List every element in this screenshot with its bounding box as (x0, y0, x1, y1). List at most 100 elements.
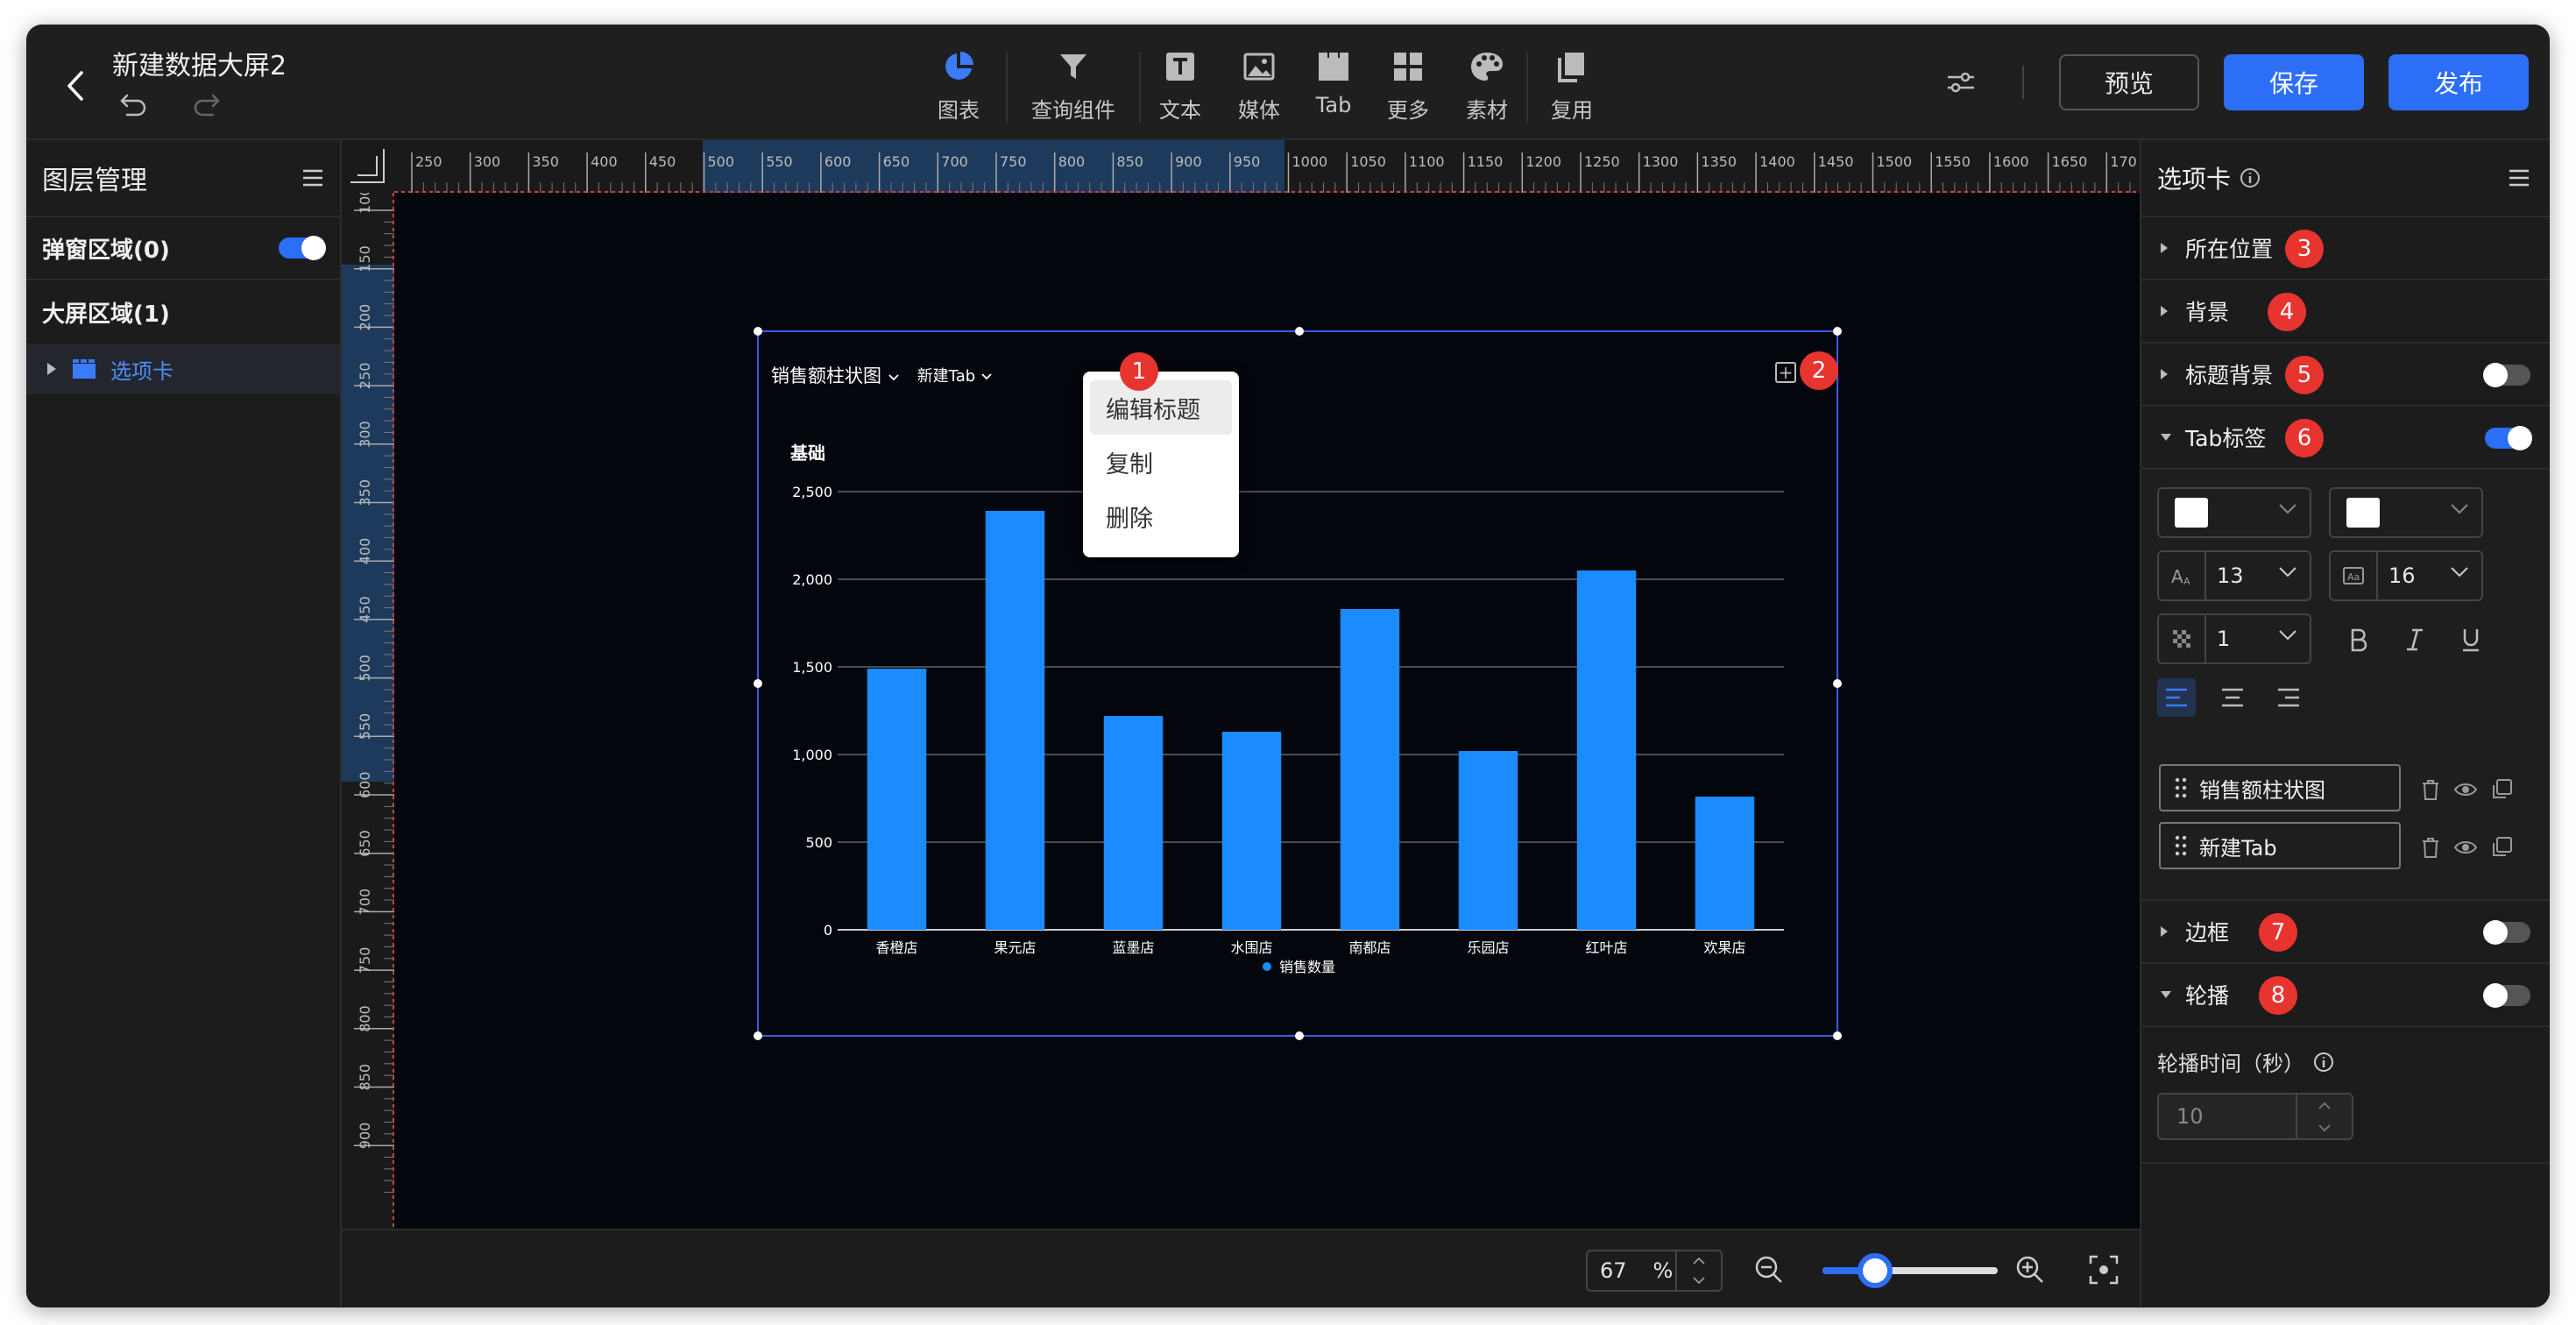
tab-active-color-select[interactable] (2329, 487, 2483, 538)
tool-tab[interactable]: Tab (1299, 42, 1369, 130)
settings-button[interactable] (1935, 56, 1987, 109)
tool-query[interactable]: 查询组件 (1008, 42, 1139, 130)
section-tab-label[interactable]: Tab标签 6 (2141, 407, 2550, 470)
tool-text[interactable]: 文本 (1141, 42, 1220, 130)
ruler-tick-label: 1400 (1759, 153, 1795, 170)
underline-button[interactable] (2452, 620, 2490, 659)
section-title-bg[interactable]: 标题背景 5 (2141, 344, 2550, 407)
carousel-time-input[interactable]: 10 (2157, 1093, 2353, 1140)
popup-area-toggle[interactable] (279, 236, 326, 260)
y-tick-label: 1,000 (792, 747, 832, 763)
redo-button[interactable] (188, 86, 226, 124)
bar[interactable] (1458, 751, 1518, 930)
carousel-toggle[interactable] (2483, 983, 2530, 1008)
chevron-down-icon (1693, 1277, 1705, 1285)
ruler-tick-label: 400 (591, 153, 618, 170)
align-center-button[interactable] (2213, 678, 2252, 717)
bar[interactable] (1695, 797, 1755, 930)
zoom-slider-thumb[interactable] (1858, 1253, 1893, 1288)
tool-more[interactable]: 更多 (1369, 42, 1447, 130)
trash-icon[interactable] (2420, 778, 2441, 801)
drag-handle-icon[interactable] (2175, 776, 2187, 799)
tab-list-item[interactable]: 销售额柱状图 (2159, 764, 2401, 811)
duplicate-icon[interactable] (2490, 836, 2513, 859)
bar[interactable] (1340, 609, 1400, 930)
tool-text-label: 文本 (1159, 98, 1201, 123)
publish-button[interactable]: 发布 (2388, 54, 2529, 110)
tab-color-select[interactable] (2157, 487, 2311, 538)
fit-screen-icon[interactable] (2089, 1255, 2119, 1285)
italic-button[interactable] (2396, 620, 2434, 659)
ruler-tick-label: 1200 (1525, 153, 1561, 170)
ruler-tick-label: 500 (357, 655, 373, 682)
menu-item-copy[interactable]: 复制 (1090, 435, 1232, 489)
zoom-value: 67 (1600, 1258, 1627, 1283)
x-tick-label: 蓝墨店 (1112, 939, 1154, 956)
bold-button[interactable] (2339, 620, 2378, 659)
layer-item-tabs[interactable]: 选项卡 (26, 344, 340, 394)
label-size-select[interactable]: Aa 16 (2329, 550, 2483, 601)
tool-material[interactable]: 素材 (1447, 42, 1526, 130)
ruler-top: 250 300 350 400 450 500 550 600 650 700 750 800 850 9… (342, 140, 2140, 193)
section-position[interactable]: 所在位置 3 (2141, 217, 2550, 280)
section-background[interactable]: 背景 4 (2141, 280, 2550, 344)
eye-icon[interactable] (2453, 836, 2478, 859)
menu-icon[interactable] (2508, 168, 2530, 188)
y-tick-label: 2,000 (792, 571, 832, 588)
menu-icon[interactable] (301, 168, 324, 188)
save-button[interactable]: 保存 (2224, 54, 2364, 110)
annotation-badge-7: 7 (2259, 913, 2297, 952)
title-bg-toggle[interactable] (2483, 363, 2530, 387)
zoom-slider[interactable] (1822, 1253, 1998, 1288)
align-right-button[interactable] (2269, 678, 2308, 717)
zoom-up-button[interactable] (1677, 1251, 1721, 1271)
section-position-label: 所在位置 (2185, 237, 2274, 262)
tool-reuse[interactable]: 复用 (1528, 42, 1616, 130)
bar[interactable] (1103, 716, 1164, 930)
tab-label-settings: AA 13 Aa 16 1 销售额柱状图 新建Tab (2141, 470, 2550, 901)
design-stage[interactable]: 销售额柱状图 新建Tab + 2 基础 0 500 1,000 1,500 2,000 2… (394, 193, 2140, 1229)
tab-widget[interactable]: 销售额柱状图 新建Tab + 2 基础 0 500 1,000 1,500 2,000 2… (754, 327, 1842, 1040)
border-toggle[interactable] (2483, 920, 2530, 945)
ruler-corner-icon[interactable] (349, 147, 387, 186)
align-left-button[interactable] (2157, 678, 2196, 717)
section-carousel[interactable]: 轮播 8 (2141, 964, 2550, 1027)
ruler-tick-label: 800 (1058, 153, 1086, 170)
tool-chart[interactable]: 图表 (911, 42, 1006, 130)
zoom-down-button[interactable] (1677, 1271, 1721, 1290)
back-button[interactable] (53, 63, 98, 109)
menu-item-edit-title[interactable]: 编辑标题 (1090, 380, 1232, 435)
chevron-down-icon (2451, 504, 2468, 514)
increment-button[interactable] (2297, 1095, 2352, 1116)
bar[interactable] (1221, 732, 1282, 930)
tool-media[interactable]: 媒体 (1220, 42, 1299, 130)
section-border[interactable]: 边框 7 (2141, 901, 2550, 964)
tab-label-toggle[interactable] (2485, 426, 2532, 450)
bar[interactable] (1576, 570, 1637, 930)
opacity-select[interactable]: 1 (2157, 613, 2311, 664)
eye-icon[interactable] (2453, 778, 2478, 801)
tab-list-item[interactable]: 新建Tab (2159, 822, 2401, 869)
zoom-in-icon[interactable] (2015, 1255, 2045, 1285)
ruler-tick-label: 550 (357, 713, 373, 740)
tool-tab-label: Tab (1315, 93, 1352, 117)
legend-marker (1263, 962, 1271, 971)
preview-button[interactable]: 预览 (2059, 54, 2199, 110)
trash-icon[interactable] (2420, 836, 2441, 859)
ruler-tick-label: 1150 (1468, 153, 1504, 170)
info-icon[interactable] (2240, 167, 2261, 188)
bar[interactable] (867, 669, 927, 930)
info-icon[interactable] (2313, 1052, 2334, 1073)
duplicate-icon[interactable] (2490, 778, 2513, 801)
drag-handle-icon[interactable] (2175, 834, 2187, 857)
zoom-input[interactable]: 67 % (1586, 1250, 1723, 1292)
caret-right-icon[interactable] (46, 362, 58, 376)
legend-label[interactable]: 销售数量 (1279, 959, 1335, 975)
bar[interactable] (985, 511, 1045, 930)
undo-button[interactable] (114, 86, 152, 124)
decrement-button[interactable] (2297, 1116, 2352, 1138)
section-border-label: 边框 (2185, 920, 2230, 946)
menu-item-delete[interactable]: 删除 (1090, 489, 1232, 543)
font-size-select[interactable]: AA 13 (2157, 550, 2311, 601)
zoom-out-icon[interactable] (1754, 1255, 1784, 1285)
